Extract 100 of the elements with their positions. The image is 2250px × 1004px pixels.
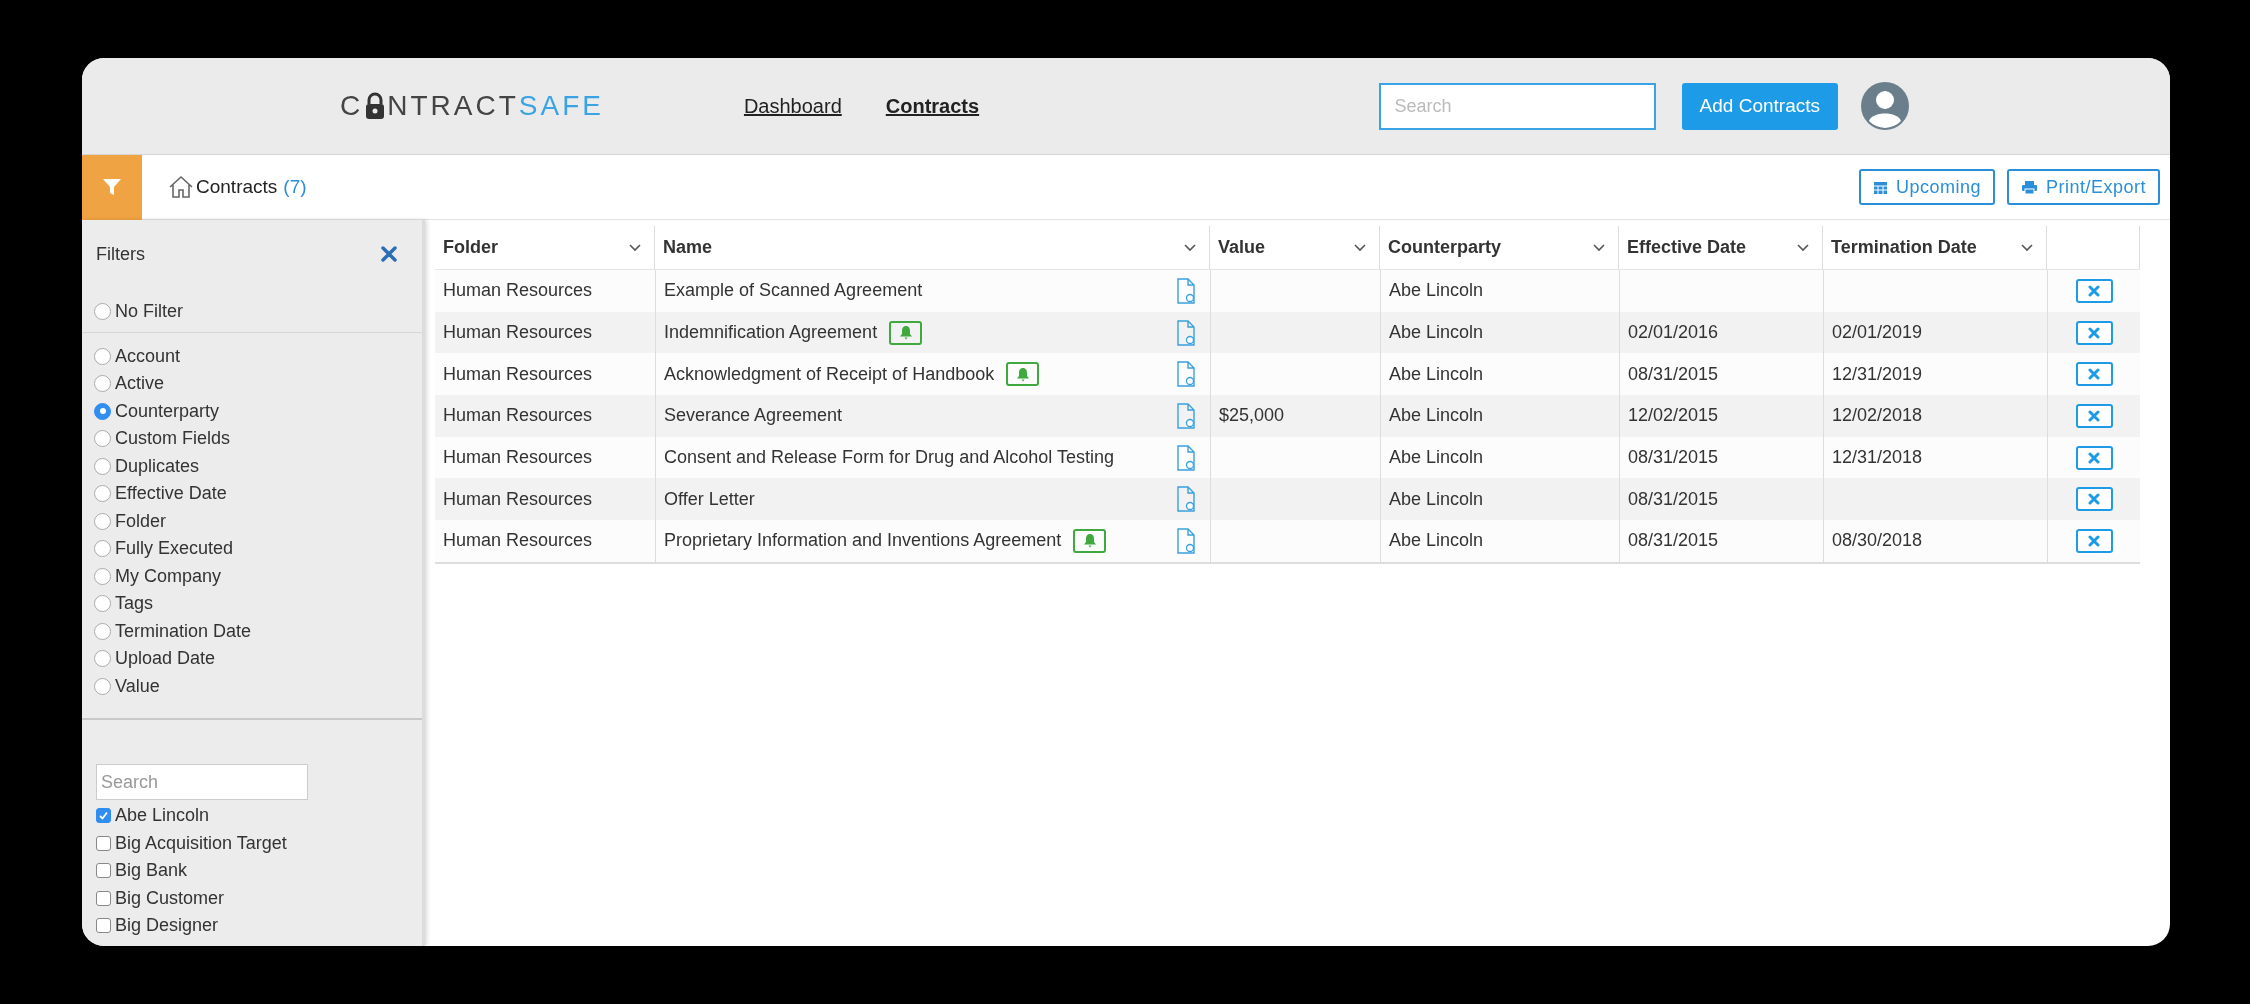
table-cell-text: Human Resources — [442, 446, 594, 470]
radio-button[interactable] — [94, 375, 111, 393]
document-icon[interactable] — [1176, 444, 1196, 471]
nav-link[interactable]: Contracts — [885, 91, 980, 121]
radio-button[interactable] — [94, 595, 111, 613]
table-row[interactable]: Human Resources Offer Letter Abe Lincoln 08/31/2015 — [435, 478, 2140, 521]
checkbox[interactable] — [96, 835, 111, 851]
logo[interactable]: C NTRACTSAFE — [340, 85, 604, 127]
contract-name[interactable]: Offer Letter — [664, 485, 755, 513]
table-cell-text: $25,000 — [1219, 404, 1285, 428]
column-header[interactable]: Termination Date — [1823, 226, 2047, 269]
filter-radio[interactable]: Custom Fields — [94, 425, 410, 453]
radio-button[interactable] — [94, 402, 111, 420]
filter-radio[interactable]: Value — [94, 672, 410, 700]
table-cell-text: 08/30/2018 — [1832, 529, 1923, 553]
remove-button[interactable] — [2075, 445, 2113, 470]
document-icon[interactable] — [1176, 319, 1196, 346]
contract-name[interactable]: Acknowledgment of Receipt of Handbook — [664, 360, 995, 388]
counterparty-option[interactable]: Abe Lincoln — [96, 802, 408, 830]
caret-icon[interactable] — [2020, 243, 2034, 252]
filter-radio[interactable]: No Filter — [94, 298, 410, 326]
filter-radio[interactable]: Termination Date — [94, 617, 410, 645]
filter-radio[interactable]: Duplicates — [94, 452, 410, 480]
remove-button[interactable] — [2075, 487, 2113, 512]
radio-button[interactable] — [94, 347, 111, 365]
remove-button[interactable] — [2075, 278, 2113, 303]
close-icon[interactable] — [380, 245, 398, 263]
caret-icon[interactable] — [1353, 243, 1367, 252]
close-icon — [2088, 326, 2100, 339]
column-header[interactable]: Value — [1210, 226, 1380, 269]
column-header[interactable]: Name — [655, 226, 1210, 269]
column-header[interactable]: Effective Date — [1619, 226, 1823, 269]
filter-radio[interactable]: Fully Executed — [94, 535, 410, 563]
radio-button[interactable] — [94, 457, 111, 475]
table-cell-text: Human Resources — [442, 487, 594, 511]
document-icon[interactable] — [1176, 486, 1196, 513]
home-icon[interactable] — [168, 175, 194, 199]
checkbox[interactable] — [96, 890, 111, 906]
search-field[interactable]: Search — [96, 764, 308, 800]
remove-button[interactable] — [2075, 320, 2113, 345]
counterparty-option[interactable]: Big Customer — [96, 884, 408, 912]
table-cell-text: Abe Lincoln — [1389, 321, 1484, 345]
radio-button[interactable] — [94, 540, 111, 558]
remove-button[interactable] — [2075, 528, 2113, 553]
bell-icon — [898, 325, 913, 341]
search-field[interactable]: Search — [1378, 82, 1656, 130]
column-header[interactable]: Counterparty — [1380, 226, 1619, 269]
table-cell-text: Abe Lincoln — [1389, 279, 1484, 303]
document-icon[interactable] — [1176, 361, 1196, 388]
caret-icon[interactable] — [1796, 243, 1810, 252]
document-icon[interactable] — [1176, 277, 1196, 304]
checkbox[interactable] — [96, 808, 111, 824]
counterparty-option[interactable]: Big Bank — [96, 857, 408, 885]
radio-button[interactable] — [94, 677, 111, 695]
caret-icon[interactable] — [1592, 243, 1606, 252]
breadcrumb[interactable]: Contracts — [196, 172, 278, 202]
close-icon — [2088, 368, 2100, 381]
filter-radio[interactable]: Folder — [94, 507, 410, 535]
document-icon[interactable] — [1176, 402, 1196, 429]
filter-radio[interactable]: Account — [94, 342, 410, 370]
filters-title: Filters — [96, 242, 145, 266]
radio-button[interactable] — [94, 622, 111, 640]
radio-button[interactable] — [94, 430, 111, 448]
counterparty-option[interactable]: Big Designer — [96, 912, 408, 940]
contract-name[interactable]: Indemnification Agreement — [664, 319, 878, 347]
radio-button[interactable] — [94, 650, 111, 668]
filter-radio[interactable]: My Company — [94, 562, 410, 590]
table-row[interactable]: Human Resources Severance Agreement $25,000 Abe Lincoln 12/02/2015 12/02/2018 — [435, 395, 2140, 437]
funnel-icon — [102, 177, 122, 197]
document-icon[interactable] — [1176, 527, 1196, 554]
filter-radio[interactable]: Active — [94, 370, 410, 398]
counterparty-option[interactable]: Big Acquisition Target — [96, 829, 408, 857]
checkbox[interactable] — [96, 863, 111, 879]
filter-radio[interactable]: Tags — [94, 590, 410, 618]
remove-button[interactable] — [2075, 403, 2113, 428]
radio-button[interactable] — [94, 512, 111, 530]
filter-radio[interactable]: Effective Date — [94, 480, 410, 508]
filter-radio[interactable]: Counterparty — [94, 397, 410, 425]
contract-name[interactable]: Example of Scanned Agreement — [664, 277, 923, 305]
table-row[interactable]: Human Resources Indemnification Agreement Abe Lincoln 02/01/2016 02/01/2019 — [435, 311, 2140, 354]
radio-button[interactable] — [94, 567, 111, 585]
checkbox[interactable] — [96, 918, 111, 934]
filter-radio[interactable]: Upload Date — [94, 645, 410, 673]
contract-name[interactable]: Proprietary Information and Inventions Agreement — [664, 527, 1062, 555]
avatar-icon[interactable] — [1860, 81, 1910, 131]
nav-link[interactable]: Dashboard — [743, 91, 842, 121]
padlock-icon — [365, 92, 386, 120]
radio-button[interactable] — [94, 485, 111, 503]
caret-icon[interactable] — [1183, 243, 1197, 252]
table-cell-text: 12/02/2015 — [1628, 404, 1719, 428]
contract-name[interactable]: Consent and Release Form for Drug and Alcohol Testing — [664, 444, 1114, 472]
table-cell-text: 12/31/2019 — [1832, 362, 1923, 386]
filter-button[interactable] — [82, 154, 142, 220]
remove-button[interactable] — [2075, 362, 2113, 387]
close-icon — [2088, 284, 2100, 297]
contract-name[interactable]: Severance Agreement — [664, 402, 843, 430]
radio-button[interactable] — [94, 303, 111, 321]
table-cell-text: 08/31/2015 — [1628, 362, 1719, 386]
column-header[interactable]: Folder — [435, 226, 655, 269]
caret-icon[interactable] — [628, 243, 642, 252]
